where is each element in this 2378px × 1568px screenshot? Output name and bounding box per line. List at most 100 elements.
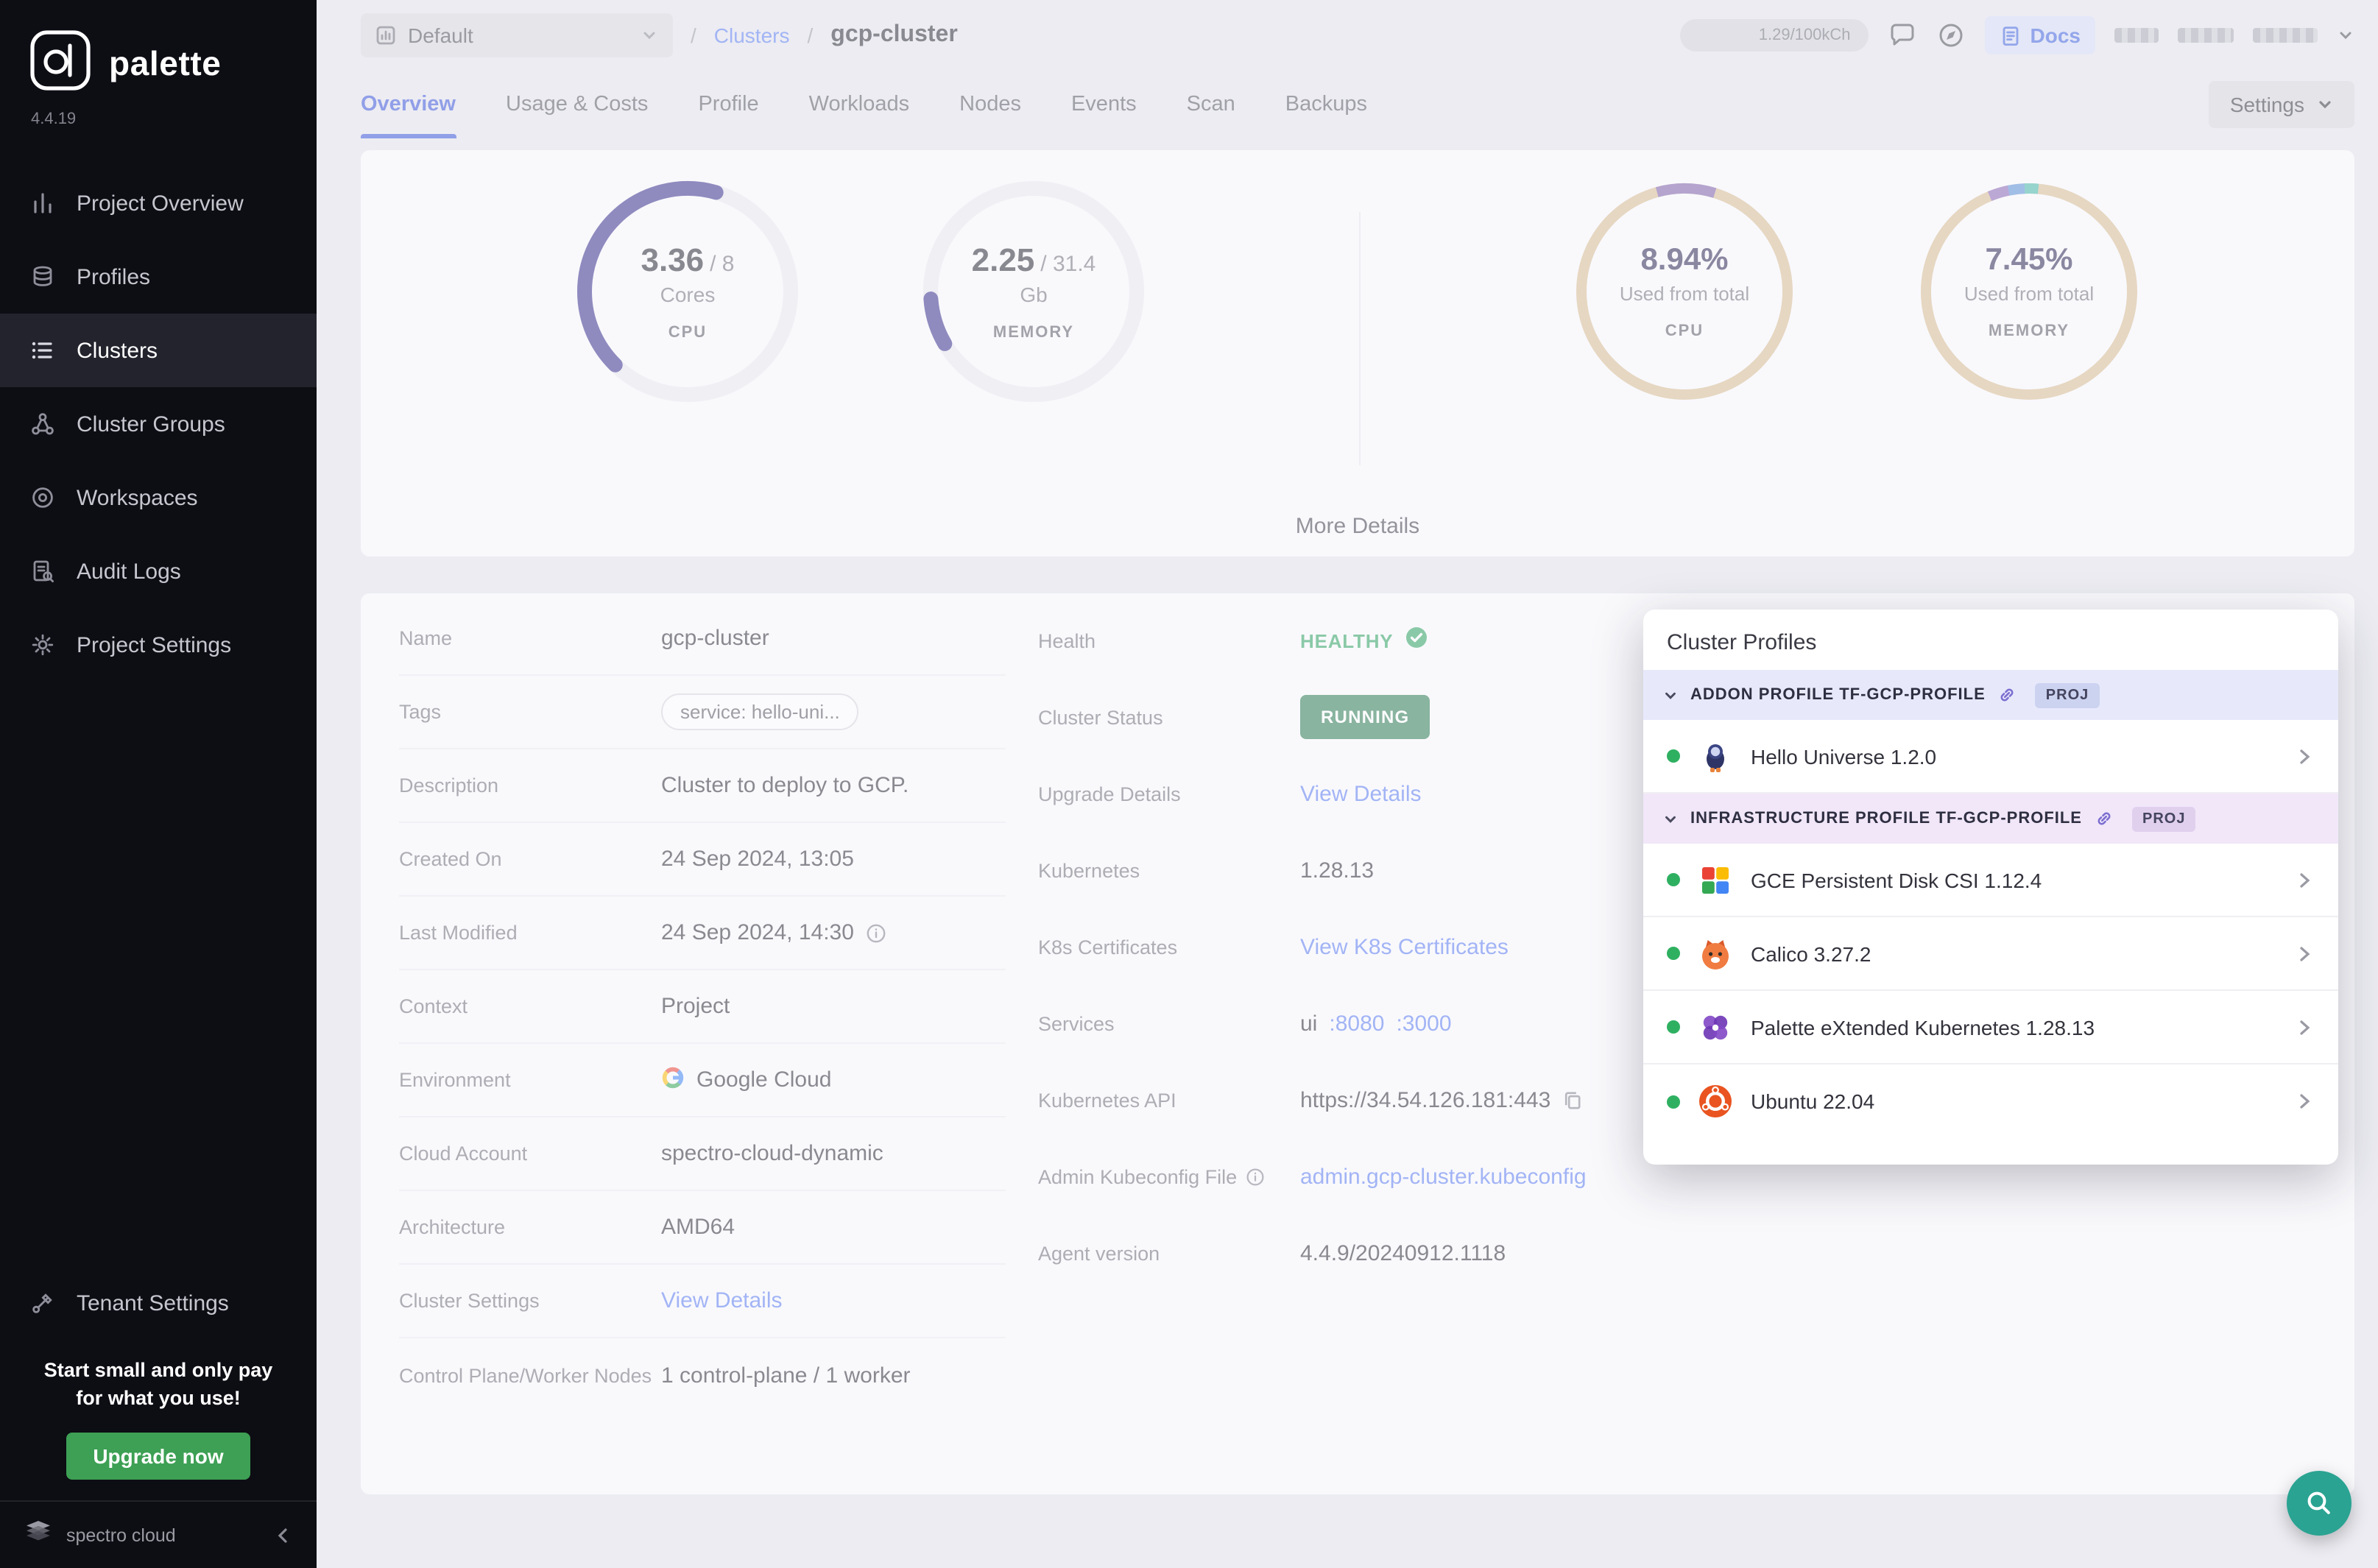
tab-workloads[interactable]: Workloads <box>809 71 909 138</box>
info-icon[interactable] <box>1246 1167 1265 1186</box>
service-port-link[interactable]: :3000 <box>1396 1011 1451 1036</box>
nodes-icon <box>29 411 56 437</box>
detail-row-environment: Environment Go <box>399 1044 1006 1117</box>
info-icon[interactable] <box>866 922 886 943</box>
brand-logo: palette <box>0 0 317 102</box>
sidebar-item-clusters[interactable]: Clusters <box>0 314 317 387</box>
sidebar-item-profiles[interactable]: Profiles <box>0 240 317 314</box>
detail-label: Environment <box>399 1069 661 1091</box>
sidebar-item-audit-logs[interactable]: Audit Logs <box>0 534 317 608</box>
more-details-button[interactable]: More Details <box>361 514 2354 539</box>
promo-text: Start small and only pay for what you us… <box>0 1340 317 1413</box>
tab-backups[interactable]: Backups <box>1285 71 1367 138</box>
tools-icon <box>29 1290 56 1316</box>
status-badge: RUNNING <box>1300 695 1430 739</box>
detail-label: Architecture <box>399 1216 661 1238</box>
detail-value: 24 Sep 2024, 13:05 <box>661 847 854 872</box>
sidebar-item-project-settings[interactable]: Project Settings <box>0 608 317 682</box>
detail-label: Last Modified <box>399 922 661 944</box>
chain-link-icon[interactable] <box>2094 808 2114 829</box>
help-compass-icon[interactable] <box>1936 21 1966 50</box>
view-details-link[interactable]: View Details <box>661 1288 783 1313</box>
view-certificates-link[interactable]: View K8s Certificates <box>1300 934 1509 959</box>
docs-button[interactable]: Docs <box>1985 16 2095 54</box>
tab-profile[interactable]: Profile <box>698 71 758 138</box>
service-port-link[interactable]: :8080 <box>1329 1011 1384 1036</box>
pack-row-hello-universe[interactable]: Hello Universe 1.2.0 <box>1643 720 2338 794</box>
tab-events[interactable]: Events <box>1071 71 1137 138</box>
chevron-down-icon <box>641 27 658 44</box>
chevron-down-icon <box>2316 96 2334 113</box>
sidebar-item-cluster-groups[interactable]: Cluster Groups <box>0 387 317 461</box>
sidebar-item-label: Project Settings <box>77 632 231 657</box>
breadcrumb-separator: / <box>808 24 814 47</box>
sidebar-item-tenant-settings[interactable]: Tenant Settings <box>0 1266 317 1340</box>
tab-overview[interactable]: Overview <box>361 71 456 138</box>
pack-row-ubuntu[interactable]: Ubuntu 22.04 <box>1643 1064 2338 1138</box>
sidebar-item-label: Audit Logs <box>77 559 181 584</box>
details-left-column: Name gcp-cluster Tags service: hello-uni… <box>399 602 1006 1468</box>
copy-icon[interactable] <box>1562 1090 1583 1110</box>
upgrade-view-details-link[interactable]: View Details <box>1300 781 1422 806</box>
tab-scan[interactable]: Scan <box>1187 71 1235 138</box>
pack-name: Hello Universe 1.2.0 <box>1751 744 2278 768</box>
detail-value: AMD64 <box>661 1215 735 1240</box>
service-name: ui <box>1300 1011 1317 1036</box>
chevron-right-icon <box>2294 746 2315 766</box>
memory-total-pct: 7.45% <box>1985 243 2072 278</box>
bar-chart-icon <box>29 190 56 216</box>
detail-value: Google Cloud <box>696 1067 831 1092</box>
search-fab-button[interactable] <box>2287 1471 2351 1536</box>
sidebar-item-label: Profiles <box>77 264 150 289</box>
cpu-caption: CPU <box>668 324 707 342</box>
sidebar-item-label: Clusters <box>77 338 158 363</box>
detail-value: 24 Sep 2024, 14:30 <box>661 920 854 945</box>
chevron-right-icon <box>2294 1017 2315 1037</box>
scope-badge: PROJ <box>2132 806 2195 831</box>
panel-title: Cluster Profiles <box>1643 610 2338 670</box>
doc-search-icon <box>29 558 56 585</box>
sidebar-bottom: Tenant Settings Start small and only pay… <box>0 1266 317 1568</box>
tab-nodes[interactable]: Nodes <box>959 71 1021 138</box>
memory-total-ring: 7.45% Used from total MEMORY <box>1911 174 2147 409</box>
chevron-down-icon[interactable] <box>2337 27 2354 44</box>
detail-row-last-modified: Last Modified 24 Sep 2024, 14:30 <box>399 897 1006 970</box>
settings-button[interactable]: Settings <box>2209 81 2354 128</box>
tab-usage-costs[interactable]: Usage & Costs <box>506 71 648 138</box>
detail-label: Created On <box>399 848 661 870</box>
chat-icon[interactable] <box>1888 21 1917 50</box>
docs-label: Docs <box>2031 24 2081 47</box>
chain-link-icon[interactable] <box>1997 685 2018 705</box>
addon-profile-header[interactable]: ADDON PROFILE TF-GCP-PROFILE PROJ <box>1643 670 2338 720</box>
upgrade-button[interactable]: Upgrade now <box>66 1433 250 1480</box>
cpu-unit: Cores <box>660 283 716 306</box>
breadcrumb-current: gcp-cluster <box>830 22 958 49</box>
spectrocloud-logo-icon <box>24 1519 53 1550</box>
status-dot <box>1667 1020 1680 1034</box>
palette-logo-icon <box>29 29 91 99</box>
detail-row-architecture: Architecture AMD64 <box>399 1191 1006 1265</box>
detail-value: spectro-cloud-dynamic <box>661 1141 883 1166</box>
usage-quota-pill: 1.29/100kCh <box>1680 19 1869 52</box>
chevron-right-icon <box>2294 1091 2315 1112</box>
chevron-right-icon <box>2294 943 2315 964</box>
breadcrumb-clusters-link[interactable]: Clusters <box>714 24 790 47</box>
pack-row-pxk[interactable]: Palette eXtended Kubernetes 1.28.13 <box>1643 991 2338 1064</box>
pack-name: Calico 3.27.2 <box>1751 942 2278 965</box>
sidebar-item-workspaces[interactable]: Workspaces <box>0 461 317 534</box>
collapse-sidebar-icon[interactable] <box>272 1525 293 1545</box>
cpu-used-value: 3.36 <box>641 241 704 280</box>
kubeconfig-link[interactable]: admin.gcp-cluster.kubeconfig <box>1300 1164 1587 1189</box>
sidebar-item-project-overview[interactable]: Project Overview <box>0 166 317 240</box>
detail-row-agent-version: Agent version 4.4.9/20240912.1118 <box>1038 1215 2316 1291</box>
profile-name: INFRASTRUCTURE PROFILE TF-GCP-PROFILE <box>1690 810 2082 827</box>
pack-row-gce-disk[interactable]: GCE Persistent Disk CSI 1.12.4 <box>1643 844 2338 917</box>
pack-row-calico[interactable]: Calico 3.27.2 <box>1643 917 2338 991</box>
infrastructure-profile-header[interactable]: INFRASTRUCTURE PROFILE TF-GCP-PROFILE PR… <box>1643 794 2338 844</box>
project-selector[interactable]: Default <box>361 13 673 57</box>
status-dot <box>1667 873 1680 886</box>
chevron-right-icon <box>2294 869 2315 890</box>
sidebar-footer: spectro cloud <box>0 1500 317 1568</box>
tag-pill[interactable]: service: hello-uni... <box>661 693 859 730</box>
utilization-card: 3.36 / 8 Cores CPU 2.25 <box>361 150 2354 557</box>
